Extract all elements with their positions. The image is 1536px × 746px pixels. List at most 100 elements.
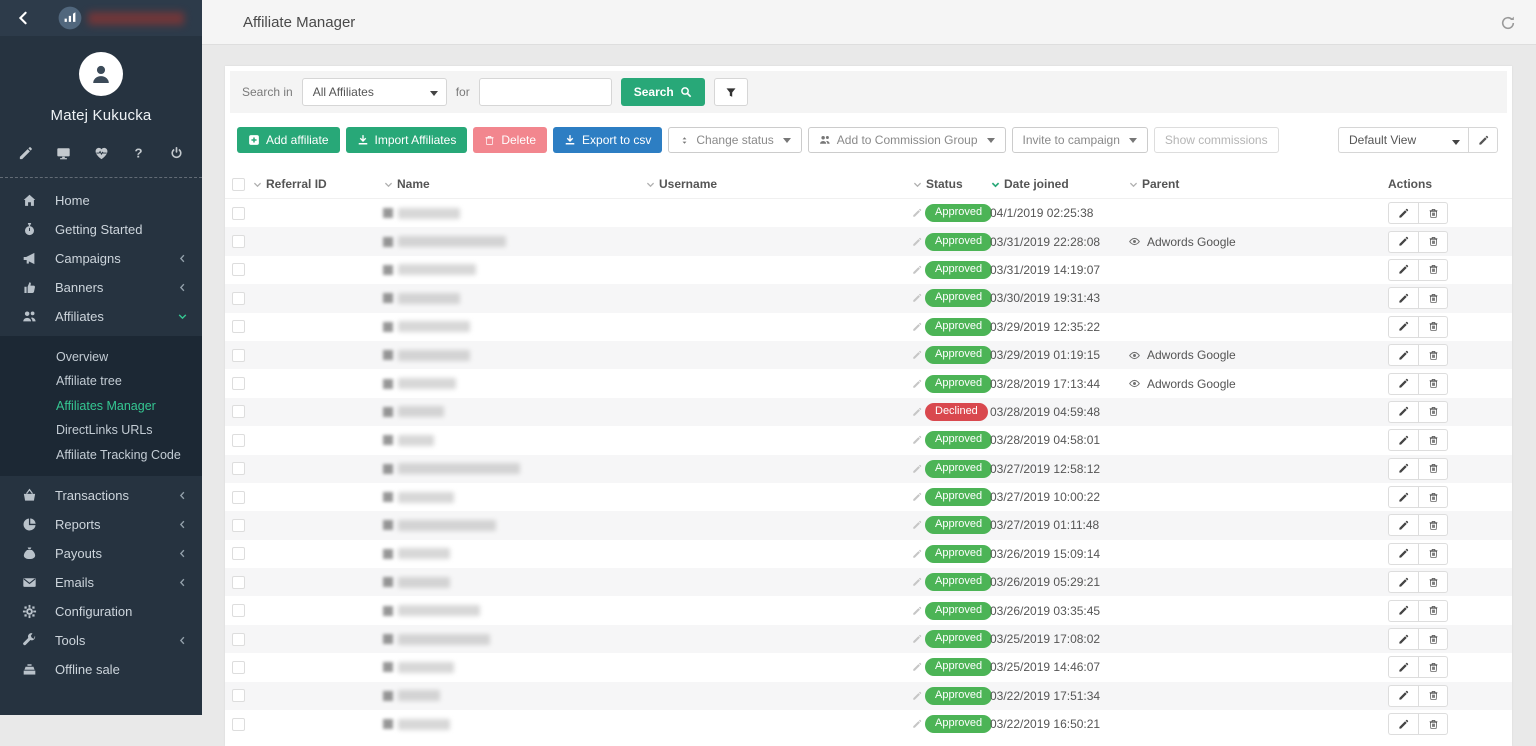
- inline-edit-pencil-icon[interactable]: [912, 577, 922, 587]
- sidebar-item-payouts[interactable]: Payouts: [0, 539, 202, 568]
- change-status-button[interactable]: Change status: [668, 127, 801, 153]
- inline-edit-pencil-icon[interactable]: [912, 350, 922, 360]
- row-checkbox[interactable]: [232, 405, 245, 418]
- delete-row-button[interactable]: [1418, 231, 1448, 253]
- edit-row-button[interactable]: [1388, 373, 1418, 395]
- sidebar-item-offline-sale[interactable]: Offline sale: [0, 655, 202, 684]
- edit-row-button[interactable]: [1388, 600, 1418, 622]
- column-header-parent[interactable]: Parent: [1128, 177, 1388, 191]
- edit-row-button[interactable]: [1388, 656, 1418, 678]
- table-row[interactable]: Approved 03/22/2019 17:51:34: [225, 682, 1512, 710]
- delete-row-button[interactable]: [1418, 600, 1448, 622]
- row-checkbox[interactable]: [232, 689, 245, 702]
- inline-edit-pencil-icon[interactable]: [912, 208, 922, 218]
- eye-icon[interactable]: [1128, 377, 1141, 390]
- add-affiliate-button[interactable]: Add affiliate: [237, 127, 340, 153]
- delete-row-button[interactable]: [1418, 656, 1448, 678]
- inline-edit-pencil-icon[interactable]: [912, 265, 922, 275]
- search-button[interactable]: Search: [621, 78, 705, 106]
- row-checkbox[interactable]: [232, 207, 245, 220]
- row-checkbox[interactable]: [232, 320, 245, 333]
- edit-row-button[interactable]: [1388, 202, 1418, 224]
- row-checkbox[interactable]: [232, 349, 245, 362]
- table-row[interactable]: Approved 03/29/2019 01:19:15 Adwords Goo…: [225, 341, 1512, 369]
- column-header-referral-id[interactable]: Referral ID: [252, 177, 383, 191]
- edit-row-button[interactable]: [1388, 543, 1418, 565]
- submenu-item-affiliate-tracking-code[interactable]: Affiliate Tracking Code: [0, 443, 202, 467]
- inline-edit-pencil-icon[interactable]: [912, 322, 922, 332]
- table-row[interactable]: Approved 03/25/2019 17:08:02: [225, 625, 1512, 653]
- submenu-item-affiliate-tree[interactable]: Affiliate tree: [0, 369, 202, 393]
- delete-row-button[interactable]: [1418, 287, 1448, 309]
- sidebar-item-tools[interactable]: Tools: [0, 626, 202, 655]
- eye-icon[interactable]: [1128, 235, 1141, 248]
- edit-row-button[interactable]: [1388, 713, 1418, 735]
- inline-edit-pencil-icon[interactable]: [912, 719, 922, 729]
- avatar[interactable]: [79, 52, 123, 96]
- sidebar-item-banners[interactable]: Banners: [0, 273, 202, 302]
- delete-row-button[interactable]: [1418, 344, 1448, 366]
- inline-edit-pencil-icon[interactable]: [912, 662, 922, 672]
- inline-edit-pencil-icon[interactable]: [912, 407, 922, 417]
- row-checkbox[interactable]: [232, 263, 245, 276]
- eye-icon[interactable]: [1128, 349, 1141, 362]
- delete-row-button[interactable]: [1418, 373, 1448, 395]
- delete-row-button[interactable]: [1418, 259, 1448, 281]
- table-row[interactable]: Approved 03/26/2019 03:35:45: [225, 596, 1512, 624]
- table-row[interactable]: Approved 03/26/2019 05:29:21: [225, 568, 1512, 596]
- search-scope-select[interactable]: All Affiliates: [302, 78, 447, 106]
- inline-edit-pencil-icon[interactable]: [912, 492, 922, 502]
- delete-row-button[interactable]: [1418, 514, 1448, 536]
- question-icon[interactable]: ?: [131, 146, 146, 161]
- row-checkbox[interactable]: [232, 434, 245, 447]
- delete-row-button[interactable]: [1418, 713, 1448, 735]
- inline-edit-pencil-icon[interactable]: [912, 520, 922, 530]
- table-row[interactable]: Approved 03/22/2019 16:50:21: [225, 710, 1512, 738]
- table-row[interactable]: Approved 03/25/2019 14:46:07: [225, 653, 1512, 681]
- delete-row-button[interactable]: [1418, 628, 1448, 650]
- table-row[interactable]: Approved 03/27/2019 10:00:22: [225, 483, 1512, 511]
- row-checkbox[interactable]: [232, 235, 245, 248]
- table-row[interactable]: Approved 03/28/2019 17:13:44 Adwords Goo…: [225, 369, 1512, 397]
- delete-row-button[interactable]: [1418, 685, 1448, 707]
- row-checkbox[interactable]: [232, 718, 245, 731]
- edit-row-button[interactable]: [1388, 685, 1418, 707]
- sidebar-item-affiliates[interactable]: Affiliates: [0, 302, 202, 331]
- row-checkbox[interactable]: [232, 377, 245, 390]
- power-icon[interactable]: [169, 146, 184, 161]
- edit-row-button[interactable]: [1388, 458, 1418, 480]
- submenu-item-directlinks-urls[interactable]: DirectLinks URLs: [0, 418, 202, 442]
- view-select[interactable]: Default View: [1338, 127, 1468, 153]
- row-checkbox[interactable]: [232, 292, 245, 305]
- sidebar-item-configuration[interactable]: Configuration: [0, 597, 202, 626]
- table-row[interactable]: Approved 04/1/2019 02:25:38: [225, 199, 1512, 227]
- import-affiliates-button[interactable]: Import Affiliates: [346, 127, 468, 153]
- row-checkbox[interactable]: [232, 576, 245, 589]
- inline-edit-pencil-icon[interactable]: [912, 293, 922, 303]
- row-checkbox[interactable]: [232, 604, 245, 617]
- sidebar-item-reports[interactable]: Reports: [0, 510, 202, 539]
- delete-row-button[interactable]: [1418, 429, 1448, 451]
- inline-edit-pencil-icon[interactable]: [912, 606, 922, 616]
- inline-edit-pencil-icon[interactable]: [912, 237, 922, 247]
- select-all-checkbox[interactable]: [232, 178, 245, 191]
- delete-button[interactable]: Delete: [473, 127, 547, 153]
- inline-edit-pencil-icon[interactable]: [912, 435, 922, 445]
- table-row[interactable]: Approved 03/27/2019 12:58:12: [225, 455, 1512, 483]
- table-row[interactable]: Approved 03/30/2019 19:31:43: [225, 284, 1512, 312]
- submenu-item-overview[interactable]: Overview: [0, 345, 202, 369]
- table-row[interactable]: Approved 03/26/2019 15:09:14: [225, 540, 1512, 568]
- delete-row-button[interactable]: [1418, 316, 1448, 338]
- refresh-button[interactable]: [1500, 15, 1516, 31]
- inline-edit-pencil-icon[interactable]: [912, 549, 922, 559]
- edit-view-button[interactable]: [1468, 127, 1498, 153]
- table-row[interactable]: Approved 03/31/2019 14:19:07: [225, 256, 1512, 284]
- row-checkbox[interactable]: [232, 491, 245, 504]
- table-row[interactable]: Approved 03/28/2019 04:58:01: [225, 426, 1512, 454]
- inline-edit-pencil-icon[interactable]: [912, 379, 922, 389]
- edit-row-button[interactable]: [1388, 231, 1418, 253]
- submenu-item-affiliates-manager[interactable]: Affiliates Manager: [0, 394, 202, 418]
- edit-row-button[interactable]: [1388, 429, 1418, 451]
- row-checkbox[interactable]: [232, 661, 245, 674]
- edit-row-button[interactable]: [1388, 486, 1418, 508]
